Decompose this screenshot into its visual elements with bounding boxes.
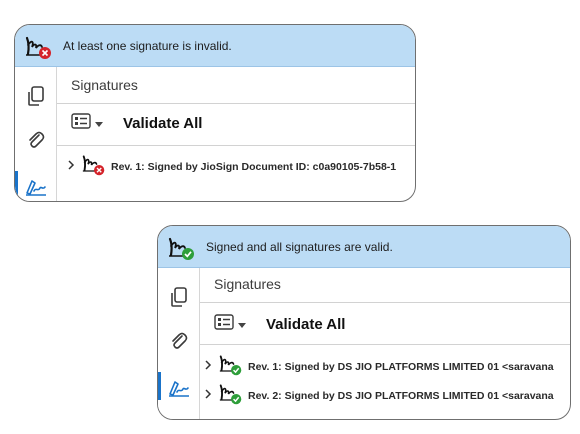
signature-valid-icon: [167, 235, 197, 266]
signatures-panel-invalid: At least one signature is invalid. Signa…: [14, 24, 416, 202]
divider: [57, 145, 415, 146]
signature-row[interactable]: Rev. 1: Signed by JioSign Document ID: c…: [67, 153, 396, 180]
divider: [57, 103, 415, 104]
signature-row[interactable]: Rev. 1: Signed by DS JIO PLATFORMS LIMIT…: [204, 353, 554, 380]
banner-message: Signed and all signatures are valid.: [206, 240, 393, 254]
divider: [200, 302, 570, 303]
chevron-right-icon[interactable]: [204, 359, 216, 374]
validate-all-button[interactable]: Validate All: [266, 316, 345, 333]
validate-toolbar: Validate All: [214, 314, 345, 335]
signatures-panel-valid: Signed and all signatures are valid. Sig…: [157, 225, 571, 420]
signature-panel-icon[interactable]: [23, 173, 49, 199]
options-dropdown-button[interactable]: [214, 314, 246, 335]
tool-rail: [15, 67, 57, 201]
status-banner-invalid: At least one signature is invalid.: [15, 25, 415, 67]
signature-invalid-icon: [24, 34, 54, 65]
signature-row-label: Rev. 1: Signed by JioSign Document ID: c…: [111, 160, 397, 173]
active-tool-indicator: [158, 372, 161, 400]
paperclip-icon[interactable]: [166, 328, 192, 354]
signature-panel-icon[interactable]: [166, 374, 192, 400]
caret-down-icon: [95, 115, 103, 133]
signature-row[interactable]: Rev. 2: Signed by DS JIO PLATFORMS LIMIT…: [204, 382, 554, 409]
validate-all-button[interactable]: Validate All: [123, 115, 202, 132]
chevron-right-icon[interactable]: [204, 388, 216, 403]
panel-title: Signatures: [71, 77, 138, 93]
pages-copy-icon[interactable]: [23, 83, 49, 109]
options-dropdown-button[interactable]: [71, 113, 103, 134]
signature-valid-icon: [218, 353, 244, 380]
pages-copy-icon[interactable]: [166, 284, 192, 310]
chevron-right-icon[interactable]: [67, 159, 79, 174]
paperclip-icon[interactable]: [23, 127, 49, 153]
divider: [200, 344, 570, 345]
status-banner-valid: Signed and all signatures are valid.: [158, 226, 570, 268]
caret-down-icon: [238, 316, 246, 334]
banner-message: At least one signature is invalid.: [63, 39, 232, 53]
signature-valid-icon: [218, 382, 244, 409]
signature-row-label: Rev. 2: Signed by DS JIO PLATFORMS LIMIT…: [248, 389, 554, 402]
active-tool-indicator: [15, 171, 18, 199]
validate-toolbar: Validate All: [71, 113, 202, 134]
panel-title: Signatures: [214, 276, 281, 292]
tool-rail: [158, 268, 200, 419]
signature-row-label: Rev. 1: Signed by DS JIO PLATFORMS LIMIT…: [248, 360, 554, 373]
options-list-icon: [71, 113, 91, 134]
options-list-icon: [214, 314, 234, 335]
signature-invalid-icon: [81, 153, 107, 180]
